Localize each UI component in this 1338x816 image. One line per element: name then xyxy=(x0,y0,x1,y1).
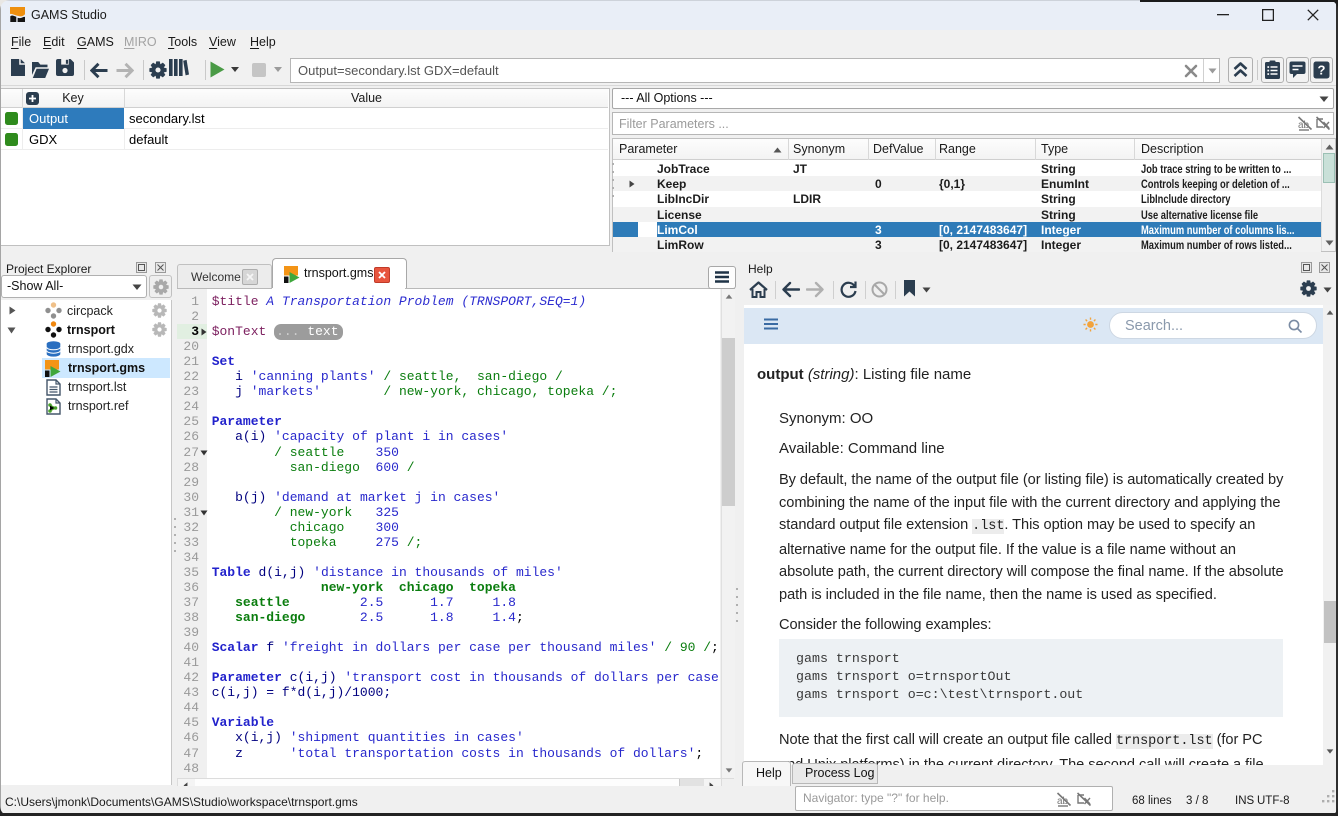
svg-text:?: ? xyxy=(1318,63,1326,78)
